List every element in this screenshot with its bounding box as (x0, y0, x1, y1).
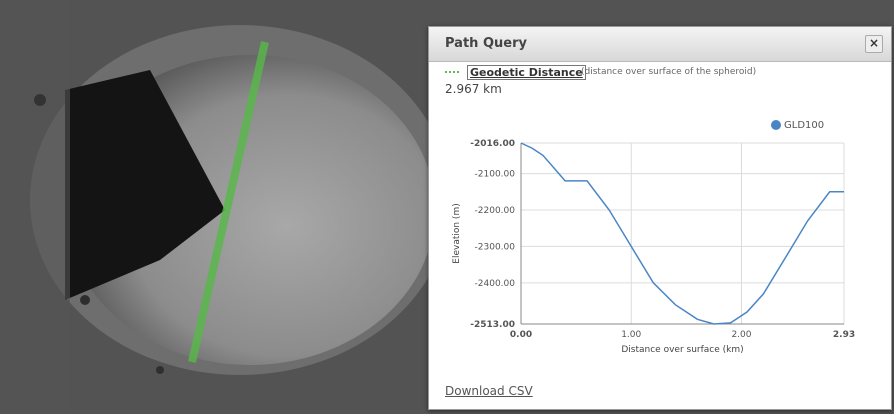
x-tick-label: 1.00 (621, 330, 641, 340)
y-axis-label: Elevation (m) (452, 203, 462, 263)
x-tick-labels: 0.00 1.00 2.00 2.93 (510, 330, 855, 340)
x-tick-label: 0.00 (510, 330, 532, 340)
chart-grid (520, 142, 845, 325)
download-csv-link[interactable]: Download CSV (445, 384, 533, 398)
chart-axes (520, 143, 844, 325)
y-tick-label: -2100.00 (475, 170, 516, 180)
legend-label-gld100[interactable]: GLD100 (784, 120, 824, 131)
y-tick-labels: -2016.00 -2100.00 -2200.00 -2300.00 -2400.00… (470, 139, 515, 330)
series-line-gld100 (520, 142, 844, 325)
path-legend-swatch (445, 71, 459, 73)
distance-type-select[interactable]: Geodetic Distance (467, 65, 586, 80)
y-tick-label: -2016.00 (470, 139, 515, 149)
x-tick-label: 2.93 (833, 330, 855, 340)
y-tick-label: -2300.00 (475, 242, 516, 252)
x-tick-label: 2.00 (731, 330, 751, 340)
close-button[interactable]: × (865, 35, 883, 53)
panel-header: Path Query × (429, 27, 891, 62)
imagery-strip (0, 0, 70, 414)
distance-value: 2.967 km (445, 82, 502, 96)
path-query-panel: Path Query × Geodetic Distance (distance… (428, 26, 892, 410)
y-tick-label: -2200.00 (475, 206, 516, 216)
distance-type-note: (distance over surface of the spheroid) (581, 67, 757, 77)
legend-marker-gld100[interactable] (771, 120, 781, 130)
x-axis-label: Distance over surface (km) (621, 345, 743, 355)
y-tick-label: -2400.00 (475, 279, 516, 289)
y-tick-label: -2513.00 (470, 320, 515, 330)
elevation-profile-chart: -2016.00 -2100.00 -2200.00 -2300.00 -2400.00… (452, 120, 855, 355)
panel-title: Path Query (445, 36, 527, 51)
